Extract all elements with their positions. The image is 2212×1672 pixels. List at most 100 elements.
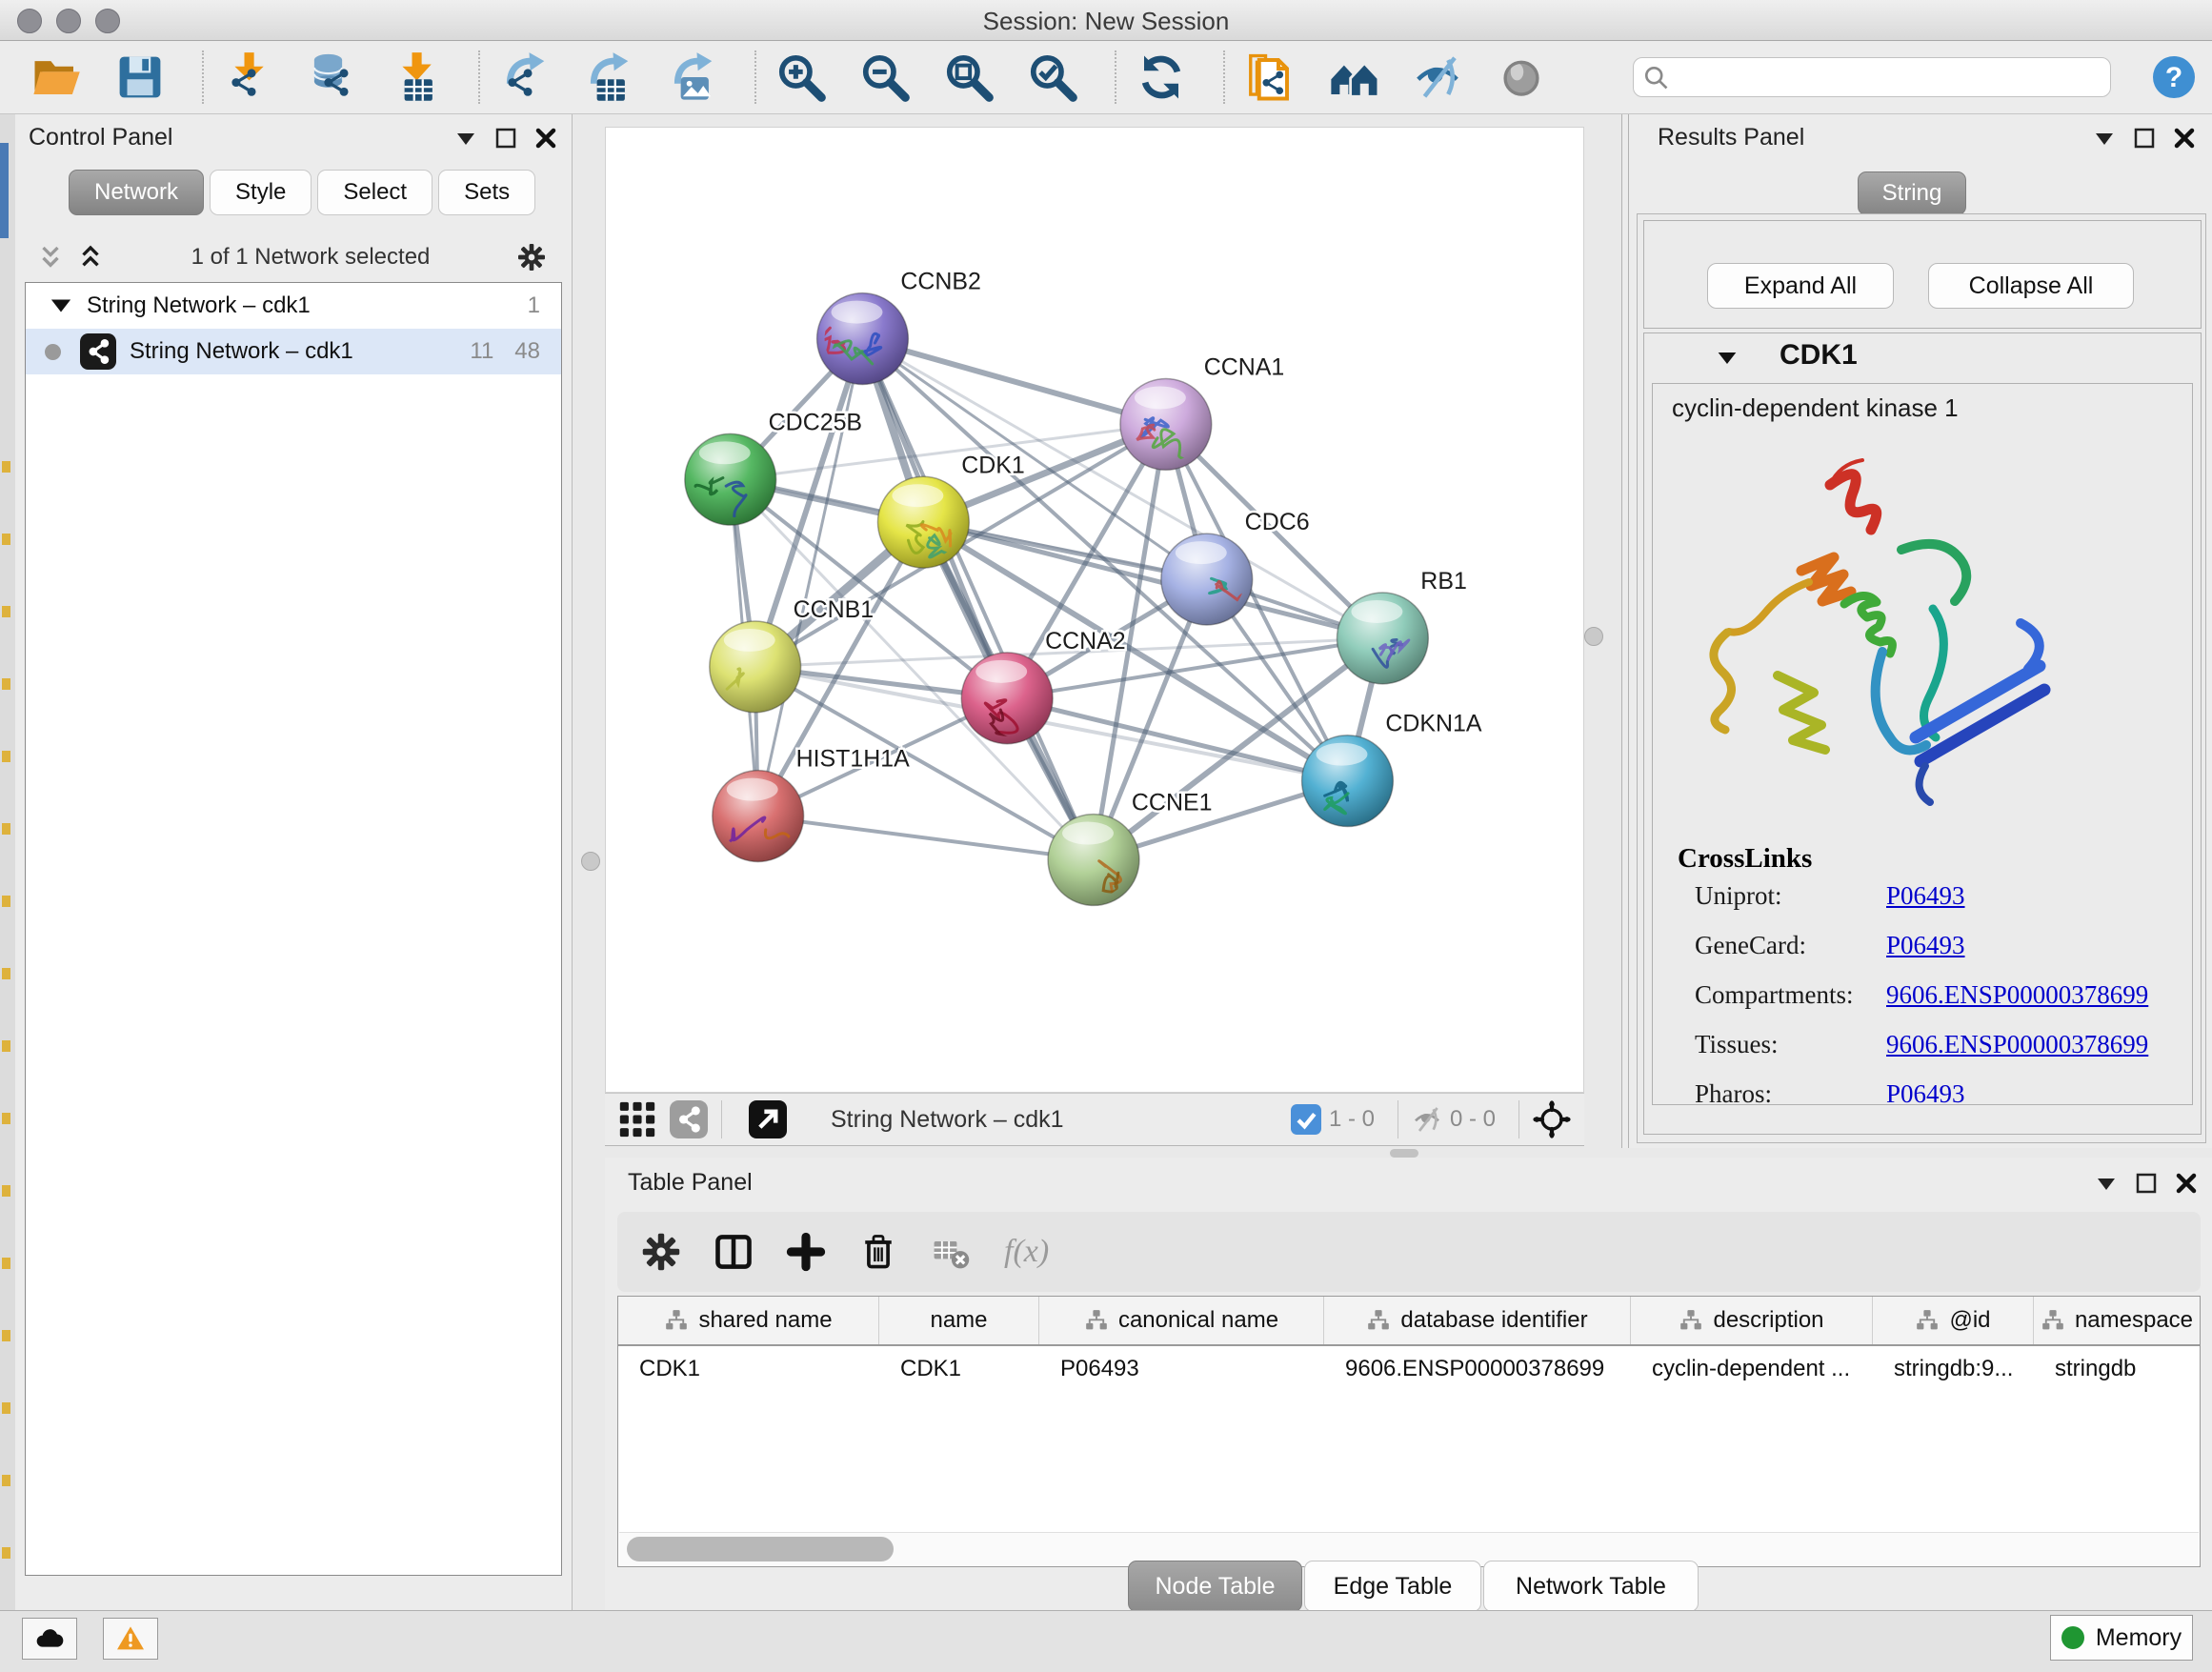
column-header-namespace[interactable]: namespace [2034,1297,2200,1344]
crosslink-link[interactable]: P06493 [1886,931,1965,960]
homes-icon[interactable] [1326,50,1381,105]
collection-disclosure-icon[interactable] [49,293,73,318]
delete-table-button[interactable] [928,1229,974,1275]
save-session-icon[interactable] [112,50,168,105]
collapse-all-networks-icon[interactable] [36,243,65,272]
horizontal-splitter-handle[interactable] [1390,1149,1418,1158]
birdseye-navigator-button[interactable] [1533,1100,1571,1138]
share-document-icon[interactable] [1242,50,1297,105]
panel-close-icon[interactable] [533,126,558,151]
crosslink-link[interactable]: P06493 [1886,1079,1965,1105]
tab-edge-table[interactable]: Edge Table [1304,1561,1481,1612]
node-label-CDC6: CDC6 [1245,509,1310,535]
crosslink-link[interactable]: 9606.ENSP00000378699 [1886,980,2148,1010]
gene-disclosure-icon[interactable] [1715,349,1739,368]
refresh-icon[interactable] [1134,50,1189,105]
zoom-fit-icon[interactable] [941,50,996,105]
expand-all-networks-icon[interactable] [76,243,105,272]
node-gloss-highlight [699,441,751,464]
results-panel-menu-icon[interactable] [2092,126,2117,151]
table-tabs: Node Table Edge Table Network Table [1128,1561,1699,1612]
tab-node-table[interactable]: Node Table [1128,1561,1302,1612]
detach-view-button[interactable] [749,1100,787,1138]
table-row[interactable]: CDK1 CDK1 P06493 9606.ENSP00000378699 cy… [618,1346,2200,1392]
cloud-status-button[interactable] [22,1618,77,1660]
crosslink-link[interactable]: 9606.ENSP00000378699 [1886,1030,2148,1059]
table-options-gear-button[interactable] [638,1229,684,1275]
tab-network[interactable]: Network [69,170,204,215]
expand-all-button[interactable]: Expand All [1707,263,1894,309]
tab-sets[interactable]: Sets [438,170,535,215]
selected-nodes-checkbox[interactable] [1291,1104,1321,1135]
network-node-CCNE1[interactable]: CCNE1 [1048,790,1212,906]
network-row-selected[interactable]: String Network – cdk1 11 48 [26,329,561,374]
scrollbar-thumb[interactable] [627,1537,894,1561]
birdseye-icon[interactable] [1494,50,1549,105]
search-box[interactable] [1633,57,2111,97]
view-grid-toggle-button[interactable] [618,1100,656,1138]
results-panel-float-icon[interactable] [2132,126,2157,151]
network-options-gear-icon[interactable] [516,242,547,272]
help-icon[interactable]: ? [2151,54,2197,100]
column-header-id[interactable]: @id [1873,1297,2034,1344]
vertical-splitter[interactable] [1621,114,1629,1148]
network-collection-row[interactable]: String Network – cdk1 1 [26,283,561,329]
export-image-icon[interactable] [665,50,720,105]
panel-menu-icon[interactable] [453,126,478,151]
network-edge-CCNB2-CCNE1[interactable] [862,339,1094,860]
network-node-CDKN1A[interactable]: CDKN1A [1302,711,1482,827]
right-splitter-handle[interactable] [1584,627,1603,646]
column-header-description[interactable]: description [1631,1297,1873,1344]
network-edge-HIST1H1A-CCNE1[interactable] [758,816,1094,860]
table-panel-close-icon[interactable] [2174,1171,2199,1196]
tab-string[interactable]: String [1858,171,1966,215]
cell-namespace[interactable]: stringdb [2034,1346,2200,1392]
hidden-elements-icon[interactable] [1412,1104,1442,1135]
add-column-button[interactable] [783,1229,829,1275]
network-node-HIST1H1A[interactable]: HIST1H1A [713,746,910,862]
hide-panels-icon[interactable] [1410,50,1465,105]
network-edge-CDK1-RB1[interactable] [923,522,1382,638]
column-header-name[interactable]: name [879,1297,1039,1344]
tab-select[interactable]: Select [317,170,432,215]
delete-column-button[interactable] [855,1229,901,1275]
cell-canonical-name[interactable]: P06493 [1039,1346,1324,1392]
panel-float-icon[interactable] [493,126,518,151]
view-network-toggle-button[interactable] [670,1100,708,1138]
column-header-shared-name[interactable]: shared name [618,1297,879,1344]
cell-description[interactable]: cyclin-dependent ... [1631,1346,1873,1392]
column-header-database-identifier[interactable]: database identifier [1324,1297,1631,1344]
tab-style[interactable]: Style [210,170,312,215]
crosslink-link[interactable]: P06493 [1886,881,1965,911]
network-node-CDK1[interactable]: CDK1 [877,452,1024,568]
zoom-in-icon[interactable] [774,50,829,105]
network-node-CCNA1[interactable]: CCNA1 [1120,353,1284,470]
network-node-RB1[interactable]: RB1 [1337,568,1466,684]
cell-shared-name[interactable]: CDK1 [618,1346,879,1392]
search-input[interactable] [1670,60,2110,94]
results-panel-close-icon[interactable] [2172,126,2197,151]
left-splitter-handle[interactable] [581,852,600,871]
column-header-canonical-name[interactable]: canonical name [1039,1297,1324,1344]
import-database-icon[interactable] [305,50,360,105]
show-columns-button[interactable] [711,1229,756,1275]
import-table-icon[interactable] [389,50,444,105]
cell-id[interactable]: stringdb:9... [1873,1346,2034,1392]
warnings-button[interactable] [103,1618,158,1660]
open-session-icon[interactable] [29,50,84,105]
import-network-icon[interactable] [221,50,276,105]
function-builder-button[interactable]: f(x) [1004,1234,1049,1270]
cell-name[interactable]: CDK1 [879,1346,1039,1392]
network-graph[interactable]: CCNB2CCNA1CDC25BCDK1CDC6RB1CCNB1CCNA2CDK… [606,128,1583,1092]
table-panel-float-icon[interactable] [2134,1171,2159,1196]
cell-database-identifier[interactable]: 9606.ENSP00000378699 [1324,1346,1631,1392]
zoom-selected-icon[interactable] [1025,50,1080,105]
export-network-icon[interactable] [497,50,553,105]
zoom-out-icon[interactable] [857,50,913,105]
tab-network-table[interactable]: Network Table [1483,1561,1699,1612]
export-table-icon[interactable] [581,50,636,105]
memory-button[interactable]: Memory [2050,1615,2193,1661]
table-panel-menu-icon[interactable] [2094,1171,2119,1196]
collapse-all-button[interactable]: Collapse All [1928,263,2134,309]
network-canvas[interactable]: CCNB2CCNA1CDC25BCDK1CDC6RB1CCNB1CCNA2CDK… [605,127,1584,1093]
